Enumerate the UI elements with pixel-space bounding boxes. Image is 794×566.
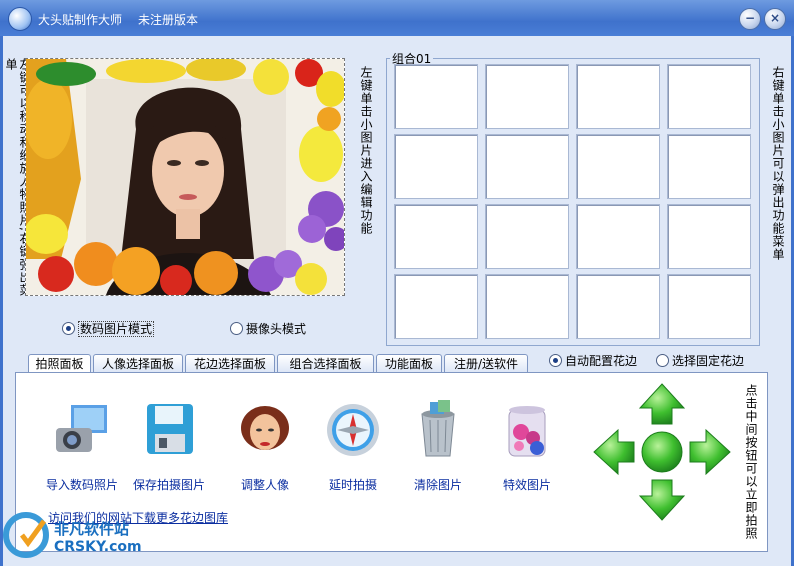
shoot-center-icon[interactable] xyxy=(641,431,683,473)
effect-photo-label: 特效图片 xyxy=(502,478,551,492)
middle-hint: 左键单击小图片进入编辑功能 xyxy=(359,66,373,235)
floppy-disk-icon xyxy=(147,404,193,454)
crsky-logo-icon xyxy=(3,512,49,558)
auto-border-radio[interactable] xyxy=(549,354,562,367)
direction-pad xyxy=(593,383,731,521)
portrait-face-icon xyxy=(241,406,289,450)
thumbnail-cell[interactable] xyxy=(485,204,569,269)
auto-border-option[interactable]: 自动配置花边 xyxy=(549,352,637,369)
dpad-hint: 点击中间按钮可以立即拍照 xyxy=(744,384,758,540)
clear-photo-label: 清除图片 xyxy=(413,478,462,492)
compass-timer-icon xyxy=(327,404,379,456)
registration-status: 未注册版本 xyxy=(138,13,199,27)
save-photo-button[interactable]: 保存拍摄图片 xyxy=(129,400,209,492)
right-hint: 右键单击小图片可以弹出功能菜单 xyxy=(771,66,785,261)
tab-photo-panel[interactable]: 拍照面板 xyxy=(28,354,91,374)
tab-portrait-panel[interactable]: 人像选择面板 xyxy=(93,354,183,373)
adjust-portrait-button[interactable]: 调整人像 xyxy=(225,400,305,492)
title-bar: 大头贴制作大师 未注册版本 − × xyxy=(0,0,794,36)
save-photo-label: 保存拍摄图片 xyxy=(132,478,205,492)
arrow-right-icon[interactable] xyxy=(689,428,731,476)
tab-register-panel[interactable]: 注册/送软件 xyxy=(444,354,528,373)
digital-mode-radio[interactable] xyxy=(62,322,75,335)
thumbnail-cell[interactable] xyxy=(667,274,751,339)
photo-preview[interactable] xyxy=(25,58,345,296)
thumbnail-cell[interactable] xyxy=(394,64,478,129)
trash-bin-icon xyxy=(421,400,455,457)
thumbnail-cell[interactable] xyxy=(667,134,751,199)
auto-border-label: 自动配置花边 xyxy=(565,354,638,368)
timer-shot-label: 延时拍摄 xyxy=(328,478,377,492)
arrow-down-icon[interactable] xyxy=(638,479,686,521)
watermark-domain: CRSKY.com xyxy=(54,539,142,555)
import-photo-label: 导入数码照片 xyxy=(45,478,118,492)
thumbnail-cell[interactable] xyxy=(485,274,569,339)
effect-photo-button[interactable]: 特效图片 xyxy=(487,400,567,492)
minimize-button[interactable]: − xyxy=(739,8,761,30)
tab-group-panel[interactable]: 组合选择面板 xyxy=(277,354,374,373)
clear-photo-button[interactable]: 清除图片 xyxy=(398,400,478,492)
window-frame-left xyxy=(0,36,3,566)
arrow-left-icon[interactable] xyxy=(593,428,635,476)
flower-jar-icon xyxy=(508,406,546,457)
camera-mode-option[interactable]: 摄像头模式 xyxy=(230,320,306,337)
timer-shot-button[interactable]: 延时拍摄 xyxy=(313,400,393,492)
camera-mode-label: 摄像头模式 xyxy=(246,322,307,336)
fixed-border-option[interactable]: 选择固定花边 xyxy=(656,352,744,369)
digital-mode-option[interactable]: 数码图片模式 xyxy=(62,320,155,337)
thumbnail-cell[interactable] xyxy=(576,204,660,269)
thumbnail-cell[interactable] xyxy=(667,204,751,269)
thumbnail-cell[interactable] xyxy=(576,274,660,339)
photo-frame-image xyxy=(26,59,344,295)
digital-mode-label: 数码图片模式 xyxy=(78,321,155,337)
import-photo-button[interactable]: 导入数码照片 xyxy=(42,400,122,492)
adjust-portrait-label: 调整人像 xyxy=(240,478,289,492)
crsky-watermark: 非凡软件站 CRSKY.com xyxy=(0,505,160,565)
tab-border-panel[interactable]: 花边选择面板 xyxy=(185,354,275,373)
fixed-border-radio[interactable] xyxy=(656,354,669,367)
thumbnail-cell[interactable] xyxy=(485,64,569,129)
arrow-up-icon[interactable] xyxy=(638,383,686,425)
thumbnail-cell[interactable] xyxy=(576,134,660,199)
window-title: 大头贴制作大师 xyxy=(38,13,123,27)
app-icon[interactable] xyxy=(8,7,32,31)
thumbnail-cell[interactable] xyxy=(576,64,660,129)
thumbnail-cell[interactable] xyxy=(485,134,569,199)
watermark-name: 非凡软件站 xyxy=(54,520,130,538)
fixed-border-label: 选择固定花边 xyxy=(672,354,745,368)
thumbnail-cell[interactable] xyxy=(394,134,478,199)
thumbnail-cell[interactable] xyxy=(394,274,478,339)
close-button[interactable]: × xyxy=(764,8,786,30)
thumbnail-cell[interactable] xyxy=(667,64,751,129)
camera-photo-icon xyxy=(56,403,109,452)
tab-function-panel[interactable]: 功能面板 xyxy=(376,354,442,373)
camera-mode-radio[interactable] xyxy=(230,322,243,335)
thumbnail-cell[interactable] xyxy=(394,204,478,269)
